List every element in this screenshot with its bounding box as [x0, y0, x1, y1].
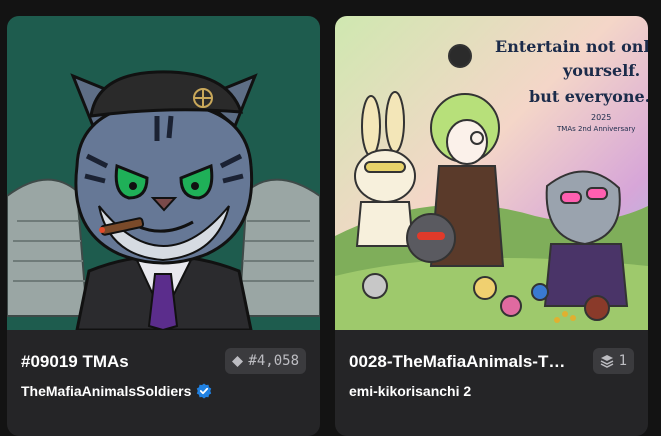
collection-name[interactable]: emi-kikorisanchi 2 — [349, 383, 471, 399]
collection-link[interactable]: TheMafiaAnimalsSoldiers — [21, 383, 212, 399]
verified-badge-icon — [197, 383, 212, 399]
diamond-icon — [232, 355, 244, 367]
rank-value: #4,058 — [248, 353, 299, 369]
rank-badge: #4,058 — [225, 348, 306, 374]
nft-card-0028[interactable]: Entertain not only yourself. but everyon… — [335, 16, 648, 436]
nft-title[interactable]: 0028-TheMafiaAnimals-T… — [349, 352, 581, 372]
nft-image-anniversary[interactable]: Entertain not only yourself. but everyon… — [335, 16, 648, 330]
edition-count-badge: 1 — [592, 348, 634, 374]
art-text-line3: but everyone. — [529, 87, 648, 106]
nft-card-09019[interactable]: #09019 TMAs #4,058 TheMafiaAnimalsSoldie… — [7, 16, 320, 436]
art-text-line1: Entertain not only — [495, 37, 648, 56]
art-text-subtitle: TMAs 2nd Anniversary — [556, 125, 635, 133]
art-text-line2: yourself. — [562, 61, 640, 80]
nft-title[interactable]: #09019 TMAs — [21, 352, 211, 372]
art-text-year: 2025 — [591, 113, 611, 122]
collection-name[interactable]: TheMafiaAnimalsSoldiers — [21, 383, 191, 399]
edition-count: 1 — [618, 353, 627, 369]
nft-image-tiger-mafia[interactable] — [7, 16, 320, 330]
collection-link[interactable]: emi-kikorisanchi 2 — [349, 383, 471, 399]
layers-icon — [600, 355, 613, 368]
